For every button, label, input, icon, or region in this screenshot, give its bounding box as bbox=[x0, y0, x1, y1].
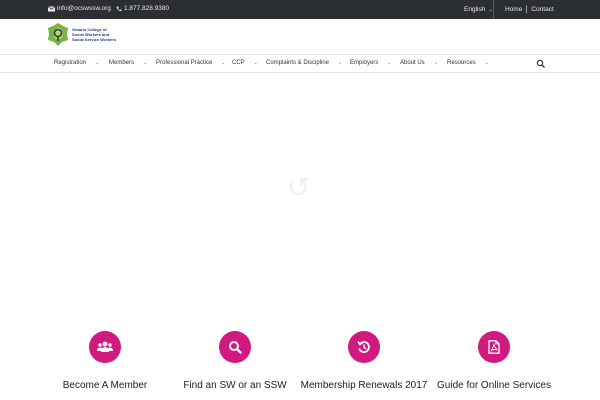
nav-label: Resources bbox=[447, 60, 476, 66]
tile-label: Find an SW or an SSW bbox=[183, 380, 287, 391]
loading-spinner-icon: ↺ bbox=[287, 171, 311, 204]
nav-label: CCP bbox=[232, 60, 245, 66]
nav-label: Registration bbox=[54, 60, 87, 66]
language-label: English bbox=[464, 6, 486, 13]
chevron-down-icon: ⌄ bbox=[484, 60, 489, 66]
nav-item-about-us[interactable]: About Us ⌄ bbox=[400, 60, 438, 66]
site-logo[interactable]: Ontario College of Social Workers and So… bbox=[47, 22, 116, 47]
search-icon bbox=[229, 341, 242, 354]
chevron-down-icon: ⌄ bbox=[338, 60, 343, 66]
nav-item-ccp[interactable]: CCP ⌄ bbox=[232, 60, 258, 66]
home-link[interactable]: Home bbox=[501, 6, 526, 13]
tile-find-sw[interactable]: Find an SW or an SSW bbox=[160, 331, 310, 391]
chevron-down-icon: ⌄ bbox=[95, 60, 100, 66]
nav-item-professional-practice[interactable]: Professional Practice ⌄ bbox=[156, 60, 226, 66]
logo-text: Ontario College of Social Workers and So… bbox=[72, 27, 116, 42]
contact-info: info@ocswssw.org 1.877.828.9380 bbox=[48, 5, 169, 12]
chevron-down-icon: ⌄ bbox=[387, 60, 392, 66]
nav-item-members[interactable]: Members ⌄ bbox=[109, 60, 147, 66]
logo-mark-icon bbox=[48, 23, 68, 46]
top-links: Home Contact bbox=[501, 5, 558, 13]
tile-label: Membership Renewals 2017 bbox=[300, 380, 428, 391]
tile-icon-circle bbox=[348, 331, 380, 363]
nav-label: About Us bbox=[400, 60, 425, 66]
contact-link[interactable]: Contact bbox=[527, 6, 557, 13]
top-bar: info@ocswssw.org 1.877.828.9380 English … bbox=[0, 0, 600, 19]
email-text: info@ocswssw.org bbox=[57, 5, 111, 12]
tile-icon-circle bbox=[89, 331, 121, 363]
main-nav: Registration ⌄ Members ⌄ Professional Prac… bbox=[0, 54, 600, 73]
phone-link[interactable]: 1.877.828.9380 bbox=[116, 5, 169, 12]
envelope-icon bbox=[48, 5, 55, 11]
nav-item-registration[interactable]: Registration ⌄ bbox=[54, 60, 99, 66]
chevron-down-icon: ⌄ bbox=[221, 60, 226, 66]
nav-item-resources[interactable]: Resources ⌄ bbox=[447, 60, 489, 66]
tile-icon-circle bbox=[219, 331, 251, 363]
nav-item-complaints-discipline[interactable]: Complaints & Discipline ⌄ bbox=[266, 60, 342, 66]
phone-icon bbox=[116, 6, 122, 11]
tile-label: Become A Member bbox=[62, 380, 148, 391]
tile-icon-circle bbox=[478, 331, 510, 363]
nav-label: Employers bbox=[350, 60, 379, 66]
nav-label: Complaints & Discipline bbox=[266, 60, 330, 66]
nav-item-employers[interactable]: Employers ⌄ bbox=[350, 60, 392, 66]
renew-icon bbox=[357, 341, 370, 353]
chevron-down-icon: ⌄ bbox=[253, 60, 258, 66]
email-link[interactable]: info@ocswssw.org bbox=[48, 5, 111, 12]
tile-become-member[interactable]: Become A Member bbox=[30, 331, 180, 391]
divider bbox=[493, 0, 494, 19]
members-icon bbox=[97, 341, 113, 352]
search-icon[interactable] bbox=[536, 59, 546, 69]
nav-label: Professional Practice bbox=[156, 60, 213, 66]
logo-line: Social Service Workers bbox=[72, 37, 117, 42]
tile-guide-online-services[interactable]: Guide for Online Services bbox=[419, 331, 569, 391]
chevron-down-icon: ⌄ bbox=[488, 6, 493, 13]
nav-label: Members bbox=[109, 60, 135, 66]
chevron-down-icon: ⌄ bbox=[143, 60, 148, 66]
language-selector[interactable]: English ⌄ bbox=[464, 6, 493, 13]
pdf-icon bbox=[488, 340, 500, 354]
site-header: Ontario College of Social Workers and So… bbox=[0, 19, 600, 55]
tile-membership-renewals[interactable]: Membership Renewals 2017 bbox=[289, 331, 439, 391]
tile-label: Guide for Online Services bbox=[437, 380, 551, 391]
chevron-down-icon: ⌄ bbox=[433, 60, 438, 66]
phone-text: 1.877.828.9380 bbox=[123, 5, 170, 12]
